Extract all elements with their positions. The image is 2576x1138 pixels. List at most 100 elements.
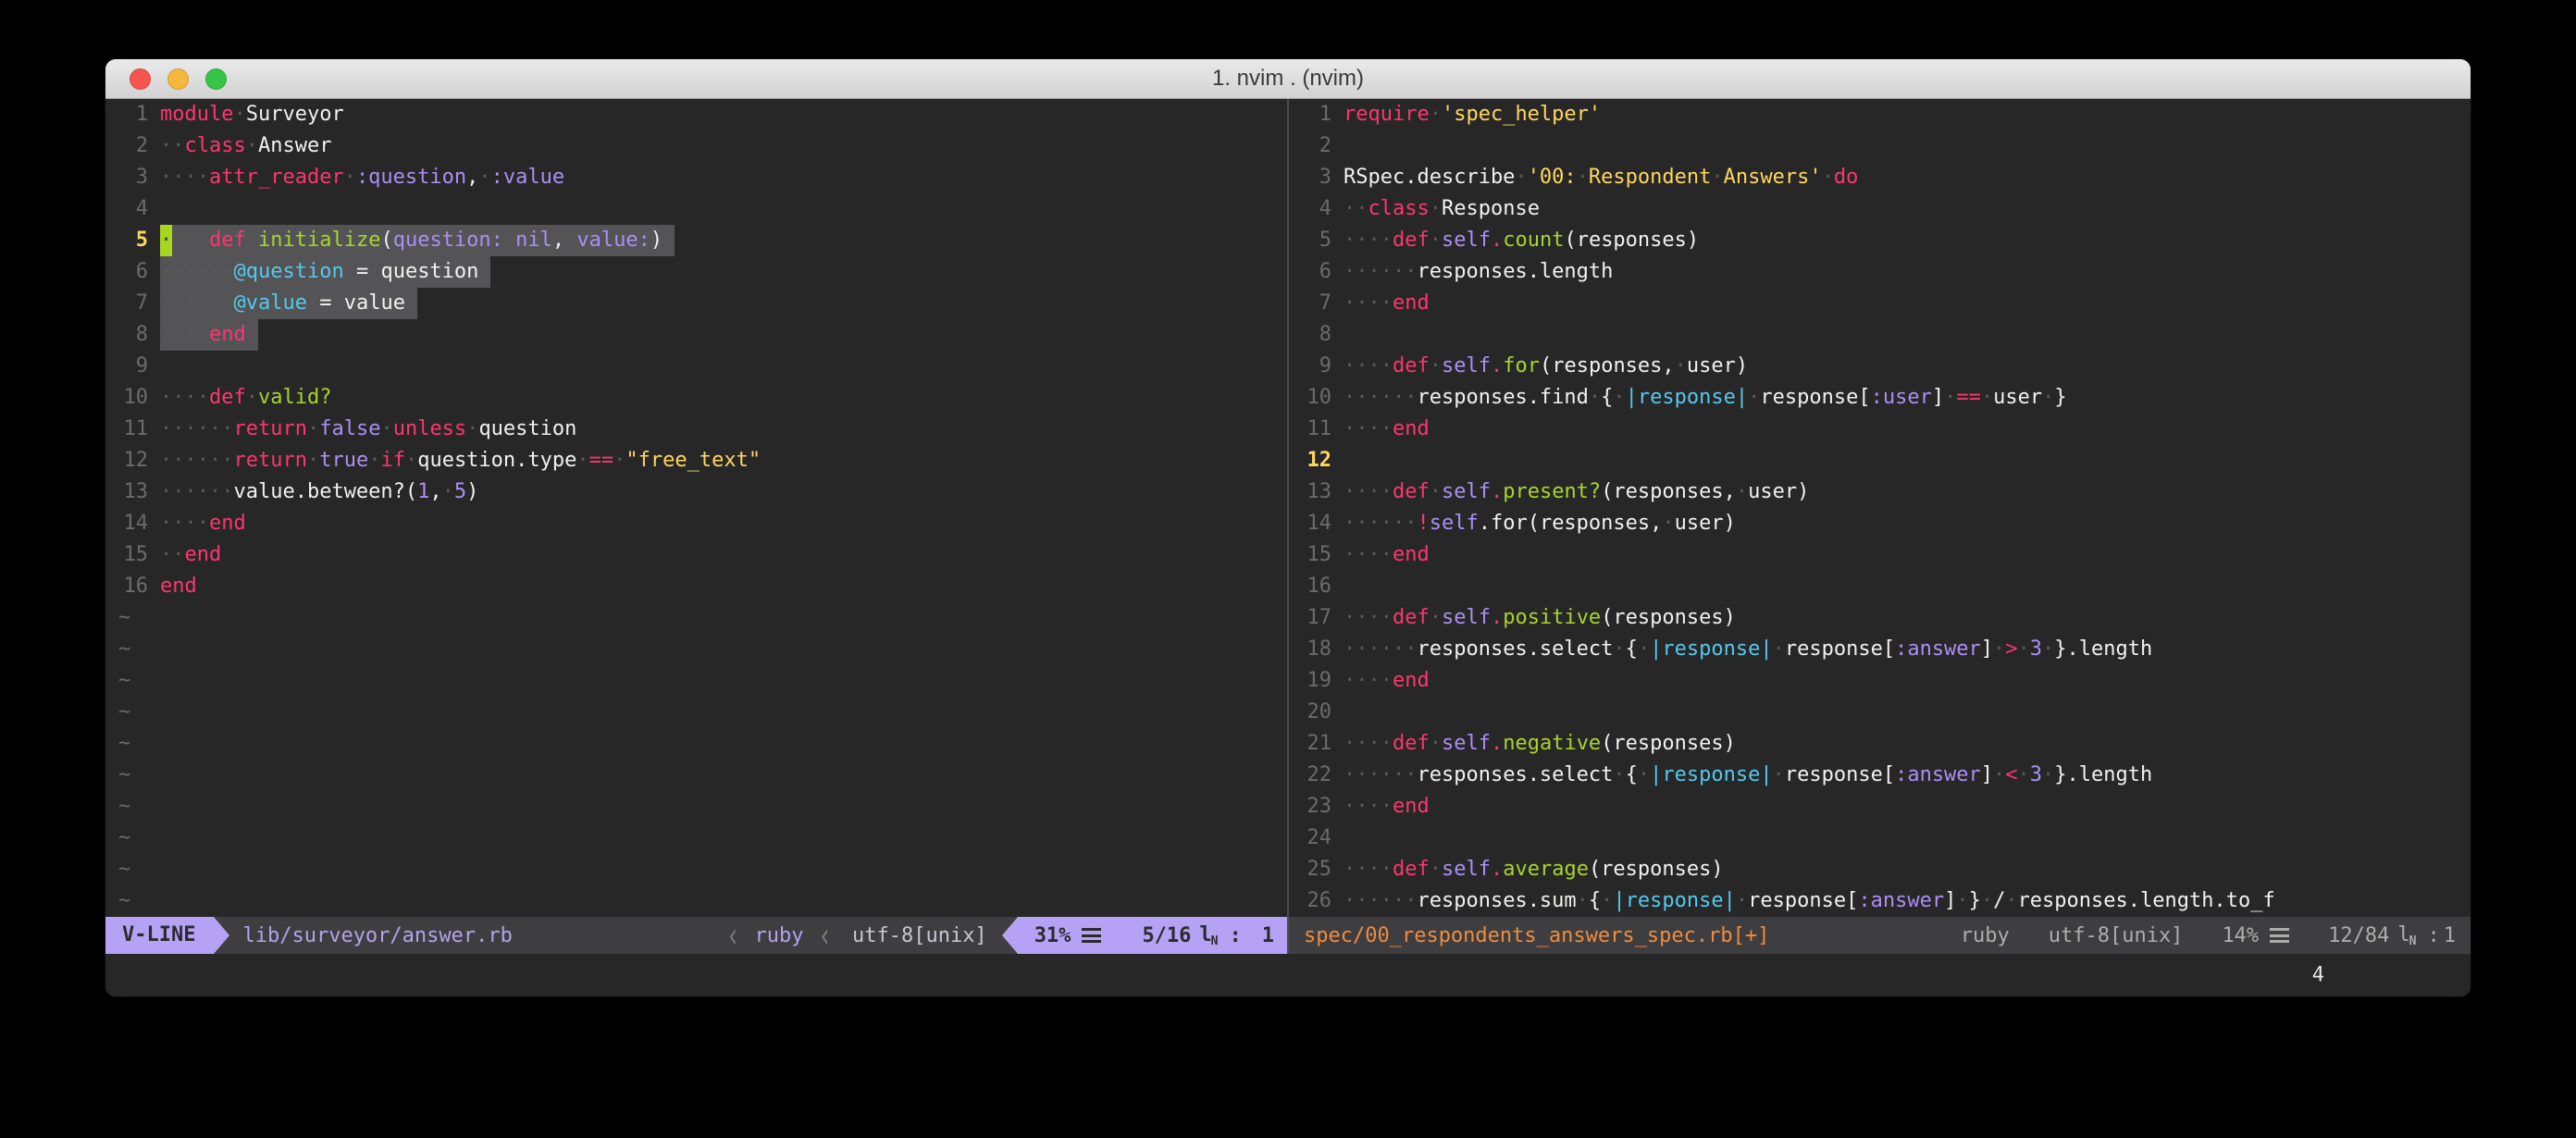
code-token: def (209, 386, 246, 409)
code-line[interactable]: 22······responses.select·{·|response|·re… (1294, 760, 2471, 791)
code-text: module·Surveyor (160, 99, 344, 130)
empty-line: ~ (111, 760, 1287, 791)
code-token: · (1736, 480, 1748, 503)
code-token: end (209, 512, 246, 535)
line-number: 11 (111, 414, 160, 445)
code-line[interactable]: 26······responses.sum·{·|response|·respo… (1294, 885, 2471, 917)
close-button-icon[interactable] (130, 68, 151, 90)
code-line[interactable]: 10····def·valid? (111, 382, 1287, 414)
code-line[interactable]: 11····end (1294, 414, 2471, 445)
code-token: · (380, 417, 392, 440)
minimize-button-icon[interactable] (167, 68, 189, 90)
code-token: ······ (160, 260, 233, 283)
filetype-left: ruby (746, 924, 813, 947)
code-line[interactable]: 13······value.between?(1,·5) (111, 476, 1287, 508)
code-line[interactable]: 6······responses.length (1294, 256, 2471, 288)
code-line[interactable]: 19····end (1294, 665, 2471, 697)
line-number: 14 (1294, 508, 1344, 539)
code-text: ··class·Answer (160, 130, 331, 162)
max-line-icon (2397, 923, 2416, 948)
code-line[interactable]: 9····def·self.for(responses,·user) (1294, 351, 2471, 382)
scroll-percent-left: 31% (1034, 924, 1071, 947)
code-token: ···· (160, 386, 209, 409)
statusline-right[interactable]: spec/00_respondents_answers_spec.rb[+] r… (1289, 917, 2471, 954)
code-line[interactable]: 16 (1294, 571, 2471, 602)
code-text: ····def·self.negative(responses) (1344, 728, 1736, 760)
powerline-right-arrow-icon (214, 917, 229, 954)
code-line[interactable]: 14····end (111, 508, 1287, 539)
code-line[interactable]: 7······@value·=·value (111, 288, 1287, 319)
line-number: 2 (1294, 130, 1344, 162)
empty-line: ~ (111, 602, 1287, 634)
code-line[interactable]: 1require·'spec_helper' (1294, 99, 2471, 130)
titlebar[interactable]: 1. nvim . (nvim) (105, 59, 2471, 99)
code-token: value: (576, 229, 650, 252)
zoom-button-icon[interactable] (205, 68, 227, 90)
code-line[interactable]: 8····end (111, 319, 1287, 351)
code-token: end (1393, 795, 1430, 818)
editor-pane-left: 1module·Surveyor2··class·Answer3····attr… (105, 99, 1287, 954)
code-line[interactable]: 14······!self.for(responses,·user) (1294, 508, 2471, 539)
code-line[interactable]: 23····end (1294, 791, 2471, 823)
code-line[interactable]: 12 (1294, 445, 2471, 476)
code-token: · (2042, 386, 2054, 409)
code-token: responses.find (1417, 386, 1588, 409)
code-token: end (1393, 543, 1430, 566)
code-token: · (1638, 637, 1650, 661)
code-token: · (1944, 386, 1956, 409)
code-line[interactable]: 21····def·self.negative(responses) (1294, 728, 2471, 760)
empty-line: ~ (111, 634, 1287, 665)
statusline-left[interactable]: V-LINE lib/surveyor/answer.rb ‹ ruby ‹ u… (105, 917, 1287, 954)
code-line[interactable]: 5····def·self.count(responses) (1294, 225, 2471, 256)
code-text: ··class·Response (1344, 193, 1540, 225)
code-line[interactable]: 20 (1294, 697, 2471, 728)
line-number: 14 (111, 508, 160, 539)
code-text: ······return·false·unless·question (160, 414, 576, 445)
code-line[interactable]: 25····def·self.average(responses) (1294, 854, 2471, 885)
code-token: · (576, 449, 588, 472)
code-line[interactable]: 1module·Surveyor (111, 99, 1287, 130)
code-line[interactable]: 12······return·true·if·question.type·==·… (111, 445, 1287, 476)
window-title: 1. nvim . (nvim) (1212, 66, 1364, 92)
empty-line-tilde: ~ (111, 854, 130, 885)
code-line[interactable]: 13····def·self.present?(responses,·user) (1294, 476, 2471, 508)
line-number: 19 (1294, 665, 1344, 697)
code-token: · (2042, 763, 2054, 786)
code-line[interactable]: 8 (1294, 319, 2471, 351)
code-token: |response| (1650, 763, 1772, 786)
code-line[interactable]: 9 (111, 351, 1287, 382)
code-line[interactable]: 3····attr_reader·:question,·:value (111, 162, 1287, 193)
code-line[interactable]: 2 (1294, 130, 2471, 162)
code-area-right[interactable]: 1require·'spec_helper'23RSpec.describe·'… (1289, 99, 2471, 917)
code-line[interactable]: 10······responses.find·{·|response|·resp… (1294, 382, 2471, 414)
code-line[interactable]: 16end (111, 571, 1287, 602)
line-number: 6 (111, 256, 160, 288)
line-number: 9 (111, 351, 160, 382)
code-token: ) (650, 229, 663, 252)
code-line[interactable]: 2··class·Answer (111, 130, 1287, 162)
code-line[interactable]: 3RSpec.describe·'00:·Respondent·Answers'… (1294, 162, 2471, 193)
code-token: ···· (160, 512, 209, 535)
code-line[interactable]: 24 (1294, 823, 2471, 854)
encoding-left: utf-8[unix] (837, 924, 1002, 947)
code-token: ······ (1344, 637, 1417, 661)
code-text: ······responses.length (1344, 256, 1613, 288)
empty-line: ~ (111, 791, 1287, 823)
code-token: self (1442, 606, 1491, 629)
code-token: return (233, 449, 306, 472)
code-token: end (1393, 669, 1430, 692)
code-line[interactable]: 18······responses.select·{·|response|·re… (1294, 634, 2471, 665)
code-line[interactable]: 4 (111, 193, 1287, 225)
code-line[interactable]: 4··class·Response (1294, 193, 2471, 225)
code-token: / (1993, 889, 2005, 912)
code-line[interactable]: 17····def·self.positive(responses) (1294, 602, 2471, 634)
code-line[interactable]: 5····def·initialize(question:·nil,·value… (111, 225, 1287, 256)
code-line[interactable]: 6······@question·=·question (111, 256, 1287, 288)
code-token: :answer (1858, 889, 1944, 912)
code-line[interactable]: 15····end (1294, 539, 2471, 571)
code-line[interactable]: 15··end (111, 539, 1287, 571)
code-line[interactable]: 11······return·false·unless·question (111, 414, 1287, 445)
code-token: · (1773, 637, 1785, 661)
code-area-left[interactable]: 1module·Surveyor2··class·Answer3····attr… (105, 99, 1287, 917)
code-line[interactable]: 7····end (1294, 288, 2471, 319)
